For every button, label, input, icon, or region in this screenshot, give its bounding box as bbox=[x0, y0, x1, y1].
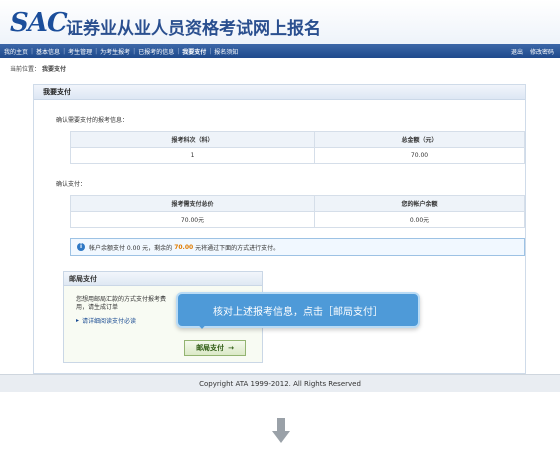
site-title: 证券业从业人员资格考试网上报名 bbox=[66, 19, 321, 39]
arrow-right-icon: → bbox=[228, 344, 234, 352]
nav-item-basic-info[interactable]: 基本信息 bbox=[36, 47, 60, 56]
panel-title: 我要支付 bbox=[34, 85, 525, 100]
confirm-info-label: 确认需要支付的报考信息： bbox=[56, 117, 129, 124]
breadcrumb-current: 我要支付 bbox=[42, 66, 67, 73]
postal-payment-button[interactable]: 邮局支付 → bbox=[184, 340, 246, 356]
main-nav: 我的主页 | 基本信息 | 考生管理 | 为考生报考 | 已报考的信息 | 我要… bbox=[0, 44, 560, 58]
notice-text-before: 帐户余额支付 0.00 元，剩余的 bbox=[89, 244, 173, 252]
postal-payment-button-label: 邮局支付 bbox=[196, 344, 225, 352]
table-cell: 0.00元 bbox=[314, 211, 525, 228]
footer: Copyright ATA 1999-2012. All Rights Rese… bbox=[0, 374, 560, 392]
postal-description: 您想用邮局汇款的方式支付报考费用，请生成订单 bbox=[76, 296, 167, 311]
breadcrumb-prefix: 当前位置： bbox=[10, 66, 41, 73]
nav-item-candidate-management[interactable]: 考生管理 bbox=[68, 47, 92, 56]
table-cell: 70.00 bbox=[314, 147, 525, 164]
table-header: 报考需支付总价 bbox=[69, 195, 316, 212]
nav-item-home[interactable]: 我的主页 bbox=[4, 47, 28, 56]
table-row: 70.00元 0.00元 bbox=[69, 211, 525, 228]
nav-item-registered-info[interactable]: 已报考的信息 bbox=[138, 47, 174, 56]
sac-logo: SAC bbox=[10, 8, 68, 38]
notice-amount: 70.00 bbox=[174, 243, 194, 251]
logout-link[interactable]: 退出 bbox=[511, 47, 523, 56]
callout-text: 核对上述报考信息，点击［邮局支付］ bbox=[213, 306, 383, 318]
nav-divider: | bbox=[209, 47, 212, 55]
nav-divider: | bbox=[31, 47, 34, 55]
table-header: 总金额（元） bbox=[314, 131, 525, 148]
balance-notice: i 帐户余额支付 0.00 元，剩余的 70.00 元将通过下面的方式进行支付。 bbox=[70, 238, 525, 256]
notice-text-after: 元将通过下面的方式进行支付。 bbox=[195, 244, 280, 252]
callout-pointer bbox=[194, 320, 210, 329]
instruction-callout: 核对上述报考信息，点击［邮局支付］ bbox=[176, 292, 420, 328]
nav-item-register-for-candidate[interactable]: 为考生报考 bbox=[100, 47, 130, 56]
nav-item-payment[interactable]: 我要支付 bbox=[182, 47, 206, 56]
table-row: 1 70.00 bbox=[69, 147, 525, 164]
account-links: 退出 修改密码 bbox=[511, 44, 554, 58]
nav-item-registration-notice[interactable]: 报名须知 bbox=[214, 47, 238, 56]
table-header: 您的帐户余额 bbox=[314, 195, 525, 212]
nav-divider: | bbox=[63, 47, 66, 55]
info-icon: i bbox=[77, 243, 85, 251]
nav-divider: | bbox=[177, 47, 180, 55]
nav-divider: | bbox=[133, 47, 136, 55]
postal-guide-link[interactable]: ▸ 请详细阅读支付必读 bbox=[76, 316, 136, 325]
site-header: SAC 证券业从业人员资格考试网上报名 bbox=[0, 0, 560, 44]
breadcrumb: 当前位置： 我要支付 bbox=[10, 64, 66, 73]
postal-guide-link-label: 请详细阅读支付必读 bbox=[82, 318, 137, 325]
table-cell: 70.00元 bbox=[69, 211, 316, 228]
payment-summary-table: 报考需支付总价 您的帐户余额 70.00元 0.00元 bbox=[69, 195, 525, 228]
table-cell: 1 bbox=[69, 147, 316, 164]
payment-panel: 我要支付 确认需要支付的报考信息： 报考科次（科） 总金额（元） 1 70.00… bbox=[33, 84, 526, 374]
arrow-right-icon: ▸ bbox=[76, 317, 80, 324]
change-password-link[interactable]: 修改密码 bbox=[530, 47, 554, 56]
nav-menu: 我的主页 | 基本信息 | 考生管理 | 为考生报考 | 已报考的信息 | 我要… bbox=[4, 44, 238, 58]
postal-title: 邮局支付 bbox=[64, 272, 262, 286]
down-arrow-icon bbox=[272, 418, 290, 443]
copyright-text: Copyright ATA 1999-2012. All Rights Rese… bbox=[199, 380, 361, 388]
table-header: 报考科次（科） bbox=[69, 131, 316, 148]
nav-divider: | bbox=[95, 47, 98, 55]
exam-summary-table: 报考科次（科） 总金额（元） 1 70.00 bbox=[69, 131, 525, 164]
confirm-pay-label: 确认支付： bbox=[56, 181, 87, 188]
